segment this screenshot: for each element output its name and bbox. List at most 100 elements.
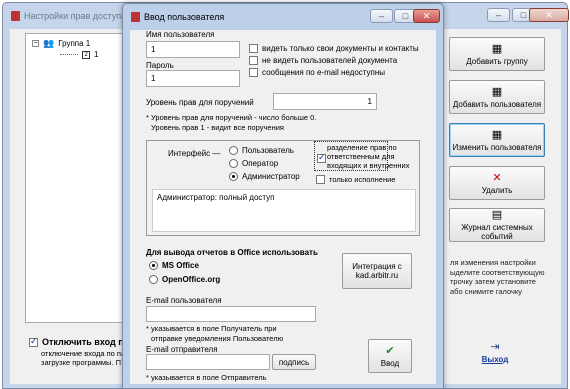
dialog-app-icon <box>131 12 140 22</box>
sign-button[interactable]: подпись <box>272 354 316 370</box>
edit-user-icon: ▦ <box>491 128 503 141</box>
tree-group-label: Группа 1 <box>58 39 91 48</box>
desc-line: отключение входа по па <box>41 349 126 358</box>
main-minimize-button[interactable]: – <box>487 8 510 22</box>
tree-user-label: 1 <box>94 50 99 59</box>
radio-user[interactable] <box>229 146 238 155</box>
add-group-icon: ▦ <box>491 42 503 55</box>
tree-node-user[interactable]: 2 1 <box>60 50 98 59</box>
radio-user-label: Пользователь <box>242 146 294 155</box>
split-line: входящих и внутренних <box>327 161 410 170</box>
radio-ms-office[interactable] <box>149 261 158 270</box>
integration-button[interactable]: Интеграция с kad.arbitr.ru <box>342 253 412 289</box>
edit-user-button[interactable]: ▦ Изменить пользователя <box>449 123 545 157</box>
radio-ms-office-label: MS Office <box>162 261 199 270</box>
journal-label: Журнал системных событий <box>461 223 533 241</box>
journal-button[interactable]: ▤ Журнал системных событий <box>449 208 545 242</box>
split-rights-text: разделение прав по ответственным для вхо… <box>327 143 409 170</box>
hint-line: трочку затем установите <box>450 277 536 286</box>
password-input[interactable]: 1 <box>146 70 240 87</box>
role-description: Администратор: полный доступ <box>152 189 416 232</box>
rights-note: * Уровень прав для поручений - число бол… <box>146 113 316 132</box>
interface-option-user[interactable]: Пользователь <box>229 146 294 155</box>
journal-icon: ▤ <box>491 209 503 221</box>
hint-line: ыделите соответствующую <box>450 267 545 277</box>
main-window-title: Настройки прав доступа <box>24 11 127 21</box>
exit-label: Выход <box>481 354 509 364</box>
collapse-icon[interactable]: − <box>32 40 39 47</box>
rights-note-line: * Уровень прав для поручений - число бол… <box>146 113 317 122</box>
group-icon: 👥 <box>43 38 55 48</box>
integration-line: Интеграция с <box>352 262 402 271</box>
only-execution-option[interactable]: только исполнение <box>316 175 395 184</box>
disable-login-check[interactable] <box>29 336 38 347</box>
add-user-button[interactable]: ▦ Добавить пользователя <box>449 80 545 114</box>
enter-button[interactable]: ✔ Ввод <box>368 339 412 373</box>
integration-line: kad.arbitr.ru <box>355 271 399 280</box>
add-group-label: Добавить группу <box>466 56 528 66</box>
edit-user-label: Изменить пользователя <box>452 142 542 152</box>
username-input[interactable]: 1 <box>146 41 240 58</box>
office-option-ms[interactable]: MS Office <box>149 261 199 270</box>
interface-option-admin[interactable]: Администратор <box>229 172 300 181</box>
main-close-button[interactable]: ✕ <box>529 8 569 22</box>
tree-node-group[interactable]: − 👥 Группа 1 <box>32 38 90 49</box>
dialog-close-button[interactable]: ✕ <box>413 9 440 23</box>
radio-openoffice[interactable] <box>149 275 158 284</box>
sign-button-label: подпись <box>278 357 310 367</box>
radio-operator[interactable] <box>229 159 238 168</box>
radio-admin-label: Администратор <box>242 172 300 181</box>
rights-level-label: Уровень прав для поручений <box>146 98 254 107</box>
option-hide-users[interactable]: не видеть пользователей документа <box>249 56 397 65</box>
only-execution-label: только исполнение <box>329 175 396 184</box>
app-icon <box>11 11 20 21</box>
checkmark-icon: ✔ <box>385 344 395 357</box>
email-user-label: E-mail пользователя <box>146 296 222 305</box>
only-execution-check[interactable] <box>316 175 325 184</box>
split-line: ответственным для <box>327 152 395 161</box>
username-label: Имя пользователя <box>146 30 215 39</box>
delete-icon: ✕ <box>492 171 502 184</box>
radio-admin[interactable] <box>229 172 238 181</box>
radio-operator-label: Оператор <box>242 159 279 168</box>
user-dialog: Ввод пользователя – □ ✕ Имя пользователя… <box>122 3 444 389</box>
option-hide-users-label: не видеть пользователей документа <box>262 56 398 65</box>
option-own-docs-label: видеть только свои документы и контакты <box>262 44 419 53</box>
disable-login-checkbox[interactable]: Отключить вход по <box>29 336 130 347</box>
option-own-docs[interactable]: видеть только свои документы и контакты <box>249 44 419 53</box>
email-user-note: * указывается в поле Получатель при отпр… <box>146 324 283 343</box>
split-rights-check[interactable] <box>317 152 326 163</box>
hint-line: ля изменения настройки <box>450 258 536 267</box>
email-user-input[interactable] <box>146 306 316 322</box>
option-no-email-check[interactable] <box>249 68 258 77</box>
hint-text: ля изменения настройки ыделите соответст… <box>450 258 545 296</box>
add-user-icon: ▦ <box>491 85 503 98</box>
add-group-button[interactable]: ▦ Добавить группу <box>449 37 545 71</box>
option-own-docs-check[interactable] <box>249 44 258 53</box>
office-label: Для вывода отчетов в Office использовать <box>146 248 318 257</box>
interface-option-operator[interactable]: Оператор <box>229 159 278 168</box>
hint-line: або снимите галочку <box>450 286 522 296</box>
split-rights-option[interactable]: разделение прав по ответственным для вхо… <box>314 141 409 171</box>
interface-label-text: Интерфейс <box>168 149 211 158</box>
dialog-minimize-button[interactable]: – <box>370 9 393 23</box>
rights-level-input[interactable]: 1 <box>273 93 377 110</box>
delete-label: Удалить <box>481 185 513 195</box>
interface-label: Интерфейс — <box>168 149 221 158</box>
option-no-email[interactable]: сообщения по e-mail недоступны <box>249 68 385 77</box>
radio-openoffice-label: OpenOffice.org <box>162 275 221 284</box>
desc-line: загрузке программы. П <box>41 358 121 367</box>
email-sender-input[interactable] <box>146 354 270 370</box>
option-hide-users-check[interactable] <box>249 56 258 65</box>
tree-connector <box>60 54 78 55</box>
user-icon: 2 <box>82 50 90 59</box>
dialog-title: Ввод пользователя <box>144 12 225 22</box>
office-option-oo[interactable]: OpenOffice.org <box>149 275 220 284</box>
add-user-label: Добавить пользователя <box>452 99 542 109</box>
exit-icon: ⇥ <box>490 340 500 353</box>
rights-note-line: Уровень прав 1 - видит все поручения <box>151 122 284 132</box>
delete-button[interactable]: ✕ Удалить <box>449 166 545 200</box>
password-label: Пароль <box>146 61 174 70</box>
exit-button[interactable]: ⇥ Выход <box>465 333 525 371</box>
disable-login-label: Отключить вход по <box>42 337 130 347</box>
